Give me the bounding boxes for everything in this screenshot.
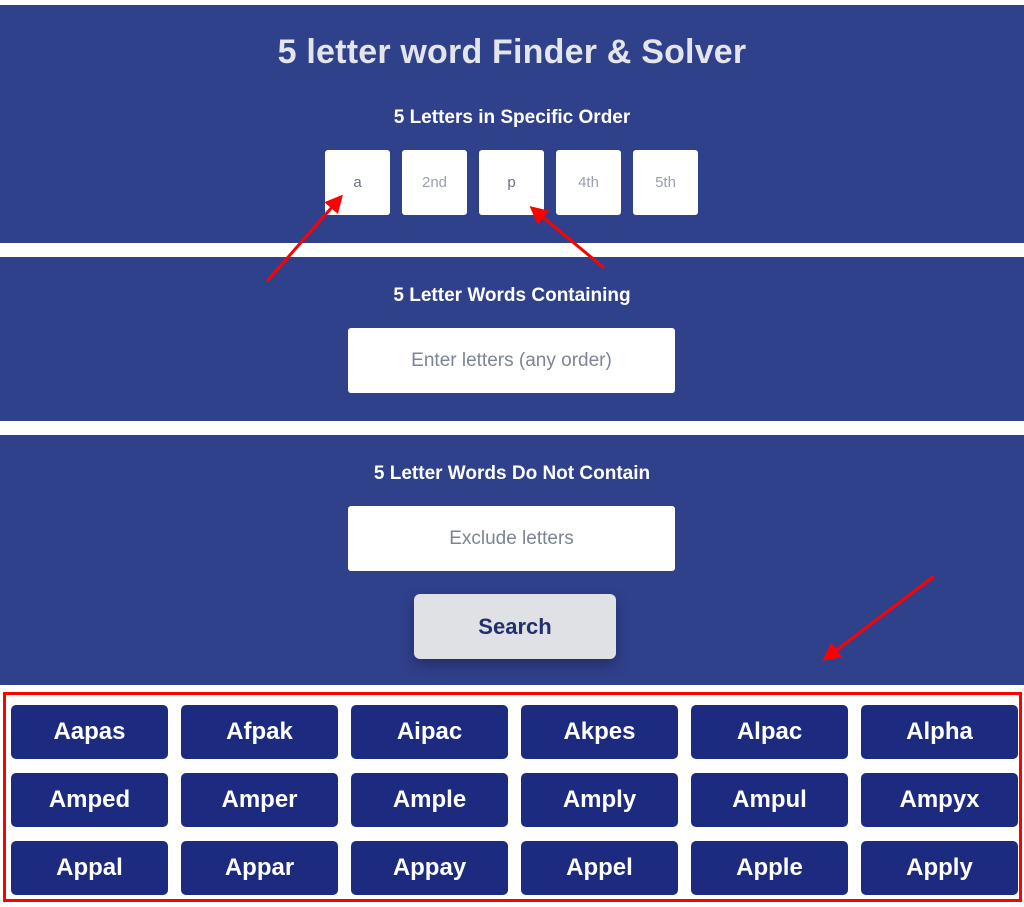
results-box: Aapas Afpak Aipac Akpes Alpac Alpha Amped Amper… — [3, 692, 1022, 902]
containing-heading: 5 Letter Words Containing — [393, 285, 631, 306]
result-word-button[interactable]: Alpha — [861, 705, 1018, 759]
page-title: 5 letter word Finder & Solver — [277, 33, 747, 71]
result-word-button[interactable]: Afpak — [181, 705, 338, 759]
result-word-button[interactable]: Amper — [181, 773, 338, 827]
letter-box-5[interactable] — [633, 150, 698, 215]
results-grid: Aapas Afpak Aipac Akpes Alpac Alpha Amped Amper… — [11, 705, 1018, 895]
letter-box-3[interactable] — [479, 150, 544, 215]
result-word-button[interactable]: Ampyx — [861, 773, 1018, 827]
result-word-button[interactable]: Ampul — [691, 773, 848, 827]
finder-header-panel: 5 letter word Finder & Solver 5 Letters … — [0, 5, 1024, 243]
result-word-button[interactable]: Appal — [11, 841, 168, 895]
result-word-button[interactable]: Apply — [861, 841, 1018, 895]
result-word-button[interactable]: Aapas — [11, 705, 168, 759]
exclude-heading: 5 Letter Words Do Not Contain — [373, 463, 651, 484]
containing-letters-input[interactable] — [348, 328, 675, 393]
letter-box-2[interactable] — [402, 150, 467, 215]
specific-order-heading: 5 Letters in Specific Order — [393, 107, 631, 128]
result-word-button[interactable]: Alpac — [691, 705, 848, 759]
result-word-button[interactable]: Aipac — [351, 705, 508, 759]
result-word-button[interactable]: Appay — [351, 841, 508, 895]
result-word-button[interactable]: Apple — [691, 841, 848, 895]
letter-box-4[interactable] — [556, 150, 621, 215]
result-word-button[interactable]: Akpes — [521, 705, 678, 759]
exclude-panel: 5 Letter Words Do Not Contain Search — [0, 435, 1024, 685]
search-button[interactable]: Search — [414, 594, 616, 659]
result-word-button[interactable]: Appar — [181, 841, 338, 895]
letter-position-inputs — [325, 150, 698, 215]
result-word-button[interactable]: Ample — [351, 773, 508, 827]
result-word-button[interactable]: Appel — [521, 841, 678, 895]
result-word-button[interactable]: Amped — [11, 773, 168, 827]
containing-panel: 5 Letter Words Containing — [0, 257, 1024, 421]
letter-box-1[interactable] — [325, 150, 390, 215]
result-word-button[interactable]: Amply — [521, 773, 678, 827]
exclude-letters-input[interactable] — [348, 506, 675, 571]
